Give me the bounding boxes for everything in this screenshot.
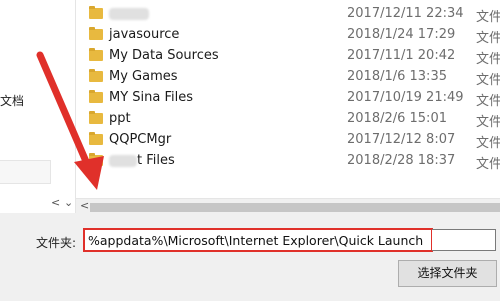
file-type: 文件夹 [476,31,500,46]
file-row[interactable]: t Files 2018/2/28 18:37 文件夹 [76,151,500,172]
file-name: t Files [109,153,175,168]
file-date: 2018/2/28 18:37 [347,153,456,168]
navigation-pane: 文档 < ⌄ [0,0,76,213]
folder-icon [89,48,103,61]
file-row[interactable]: 2017/12/11 22:34 文件夹 [76,4,500,25]
file-type: 文件夹 [476,10,500,25]
file-name: MY Sina Files [109,90,194,105]
folder-icon [89,6,103,19]
file-list: 2017/12/11 22:34 文件夹 javasource 2018/1/2… [76,0,500,198]
folder-input-extension[interactable] [432,229,496,251]
file-row[interactable]: ppt 2018/2/6 15:01 文件夹 [76,109,500,130]
file-row[interactable]: MY Sina Files 2017/10/19 21:49 文件夹 [76,88,500,109]
file-date: 2017/12/11 22:34 [347,6,464,21]
nav-scroll-down-icon[interactable]: ⌄ [64,196,73,209]
folder-icon [89,27,103,40]
file-name: My Data Sources [109,48,219,63]
file-row[interactable]: javasource 2018/1/24 17:29 文件夹 [76,25,500,46]
file-name: QQPCMgr [109,132,172,147]
file-type: 文件夹 [476,52,500,67]
nav-scroll-left-icon[interactable]: < [51,196,60,209]
file-name [109,6,149,21]
file-date: 2017/12/12 8:07 [347,132,456,147]
file-date: 2017/10/19 21:49 [347,90,464,105]
file-name: ppt [109,111,131,126]
folder-icon [89,132,103,145]
horizontal-scrollbar[interactable]: < [76,198,500,216]
nav-item-documents[interactable]: 文档 [0,92,24,109]
file-row[interactable]: My Data Sources 2017/11/1 20:42 文件夹 [76,46,500,67]
folder-icon [89,153,103,166]
folder-icon [89,69,103,82]
file-date: 2017/11/1 20:42 [347,48,456,63]
file-date: 2018/1/24 17:29 [347,27,456,42]
file-type: 文件夹 [476,136,500,151]
file-type: 文件夹 [476,115,500,130]
file-type: 文件夹 [476,94,500,109]
redacted-name-icon [109,154,137,167]
folder-icon [89,90,103,103]
file-row[interactable]: QQPCMgr 2017/12/12 8:07 文件夹 [76,130,500,151]
scroll-left-icon[interactable]: < [80,199,89,212]
scrollbar-thumb[interactable] [90,203,500,212]
file-type: 文件夹 [476,157,500,172]
file-date: 2018/1/6 13:35 [347,69,447,84]
file-type: 文件夹 [476,73,500,88]
file-name: My Games [109,69,178,84]
folder-icon [89,111,103,124]
nav-item-blank[interactable] [0,160,51,184]
redacted-name-icon [109,7,149,20]
file-name: javasource [109,27,180,42]
select-folder-button[interactable]: 选择文件夹 [398,260,497,287]
file-date: 2018/2/6 15:01 [347,111,447,126]
folder-path-input[interactable]: %appdata%\Microsoft\Internet Explorer\Qu… [83,228,433,252]
folder-label: 文件夹: [36,236,77,250]
file-row[interactable]: My Games 2018/1/6 13:35 文件夹 [76,67,500,88]
